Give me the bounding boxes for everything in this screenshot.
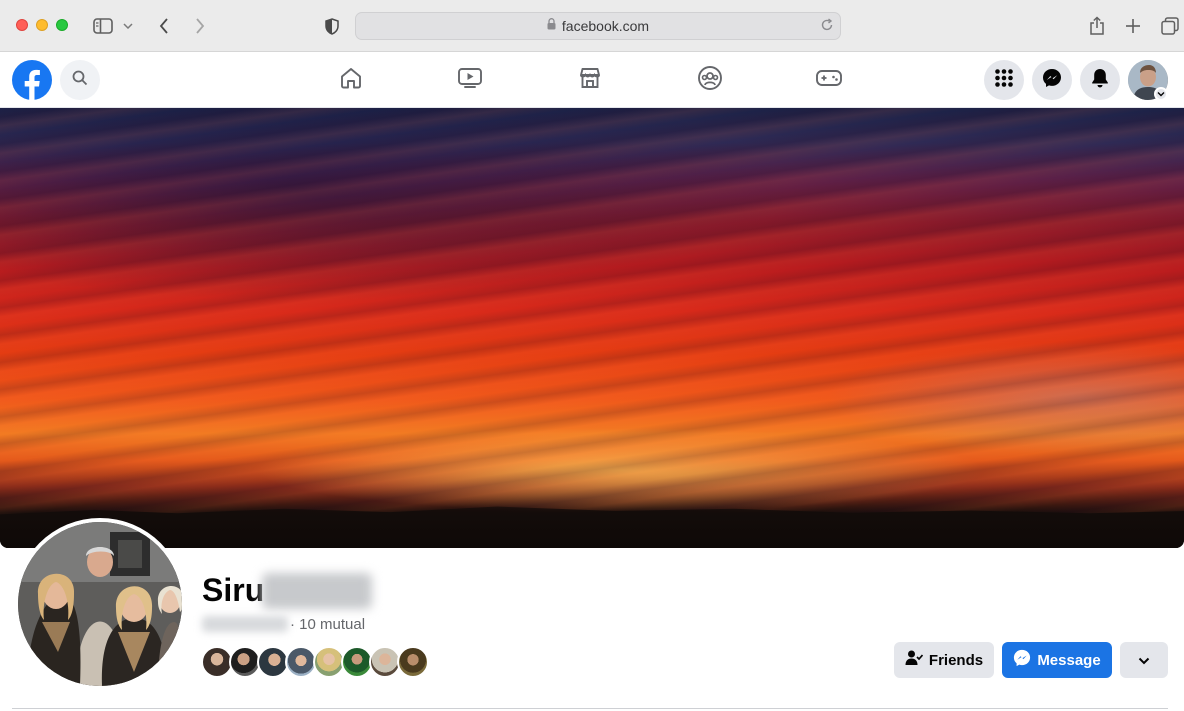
share-icon[interactable] <box>1084 13 1110 39</box>
home-icon <box>339 66 363 95</box>
tab-gaming[interactable] <box>809 63 849 97</box>
tab-marketplace[interactable] <box>570 63 610 97</box>
chevron-down-icon[interactable] <box>119 13 137 39</box>
tab-home[interactable] <box>331 63 371 97</box>
forward-icon[interactable] <box>187 13 213 39</box>
notifications-button[interactable] <box>1080 60 1120 100</box>
redacted-surname <box>262 573 372 609</box>
mutual-friends-count[interactable]: · 10 mutual <box>290 616 365 633</box>
search-button[interactable] <box>60 60 100 100</box>
menu-grid-icon <box>994 68 1014 93</box>
address-bar[interactable]: facebook.com <box>355 12 841 40</box>
tabs-overview-icon[interactable] <box>1157 13 1183 39</box>
facebook-logo[interactable] <box>12 60 52 100</box>
menu-button[interactable] <box>984 60 1024 100</box>
gamepad-icon <box>816 68 842 93</box>
url-text: facebook.com <box>561 18 650 34</box>
messenger-icon <box>1042 68 1062 93</box>
zoom-window-button[interactable] <box>56 19 68 31</box>
shield-icon[interactable] <box>319 13 345 39</box>
search-icon <box>72 70 88 91</box>
profile-picture[interactable] <box>14 518 186 690</box>
reload-icon[interactable] <box>820 18 834 37</box>
message-button-label: Message <box>1037 651 1101 669</box>
tab-groups[interactable] <box>690 63 730 97</box>
bell-icon <box>1091 68 1109 93</box>
messenger-icon <box>1013 649 1037 671</box>
friends-button-label: Friends <box>928 651 984 669</box>
lock-icon <box>547 17 556 35</box>
profile-name: Siru <box>202 572 265 608</box>
profile-header-divider <box>12 708 1168 709</box>
minimize-window-button[interactable] <box>36 19 48 31</box>
back-icon[interactable] <box>151 13 177 39</box>
groups-icon <box>697 65 723 96</box>
cover-photo[interactable] <box>0 108 1184 548</box>
more-options-button[interactable] <box>1120 642 1168 678</box>
redacted-friend-count <box>202 616 288 632</box>
video-icon <box>457 66 483 95</box>
chevron-down-icon <box>1138 652 1150 669</box>
messenger-button[interactable] <box>1032 60 1072 100</box>
new-tab-icon[interactable] <box>1120 13 1146 39</box>
facebook-top-nav <box>0 53 1184 108</box>
store-icon <box>578 66 602 95</box>
message-button[interactable]: Message <box>1002 642 1112 678</box>
mutual-friend-avatar[interactable] <box>397 646 429 678</box>
friends-button[interactable]: Friends <box>894 642 994 678</box>
sidebar-icon[interactable] <box>90 13 116 39</box>
account-menu-chevron-icon[interactable] <box>1154 87 1168 101</box>
close-window-button[interactable] <box>16 19 28 31</box>
friend-check-icon <box>905 650 929 670</box>
tab-watch[interactable] <box>450 63 490 97</box>
browser-toolbar: facebook.com <box>0 0 1184 52</box>
